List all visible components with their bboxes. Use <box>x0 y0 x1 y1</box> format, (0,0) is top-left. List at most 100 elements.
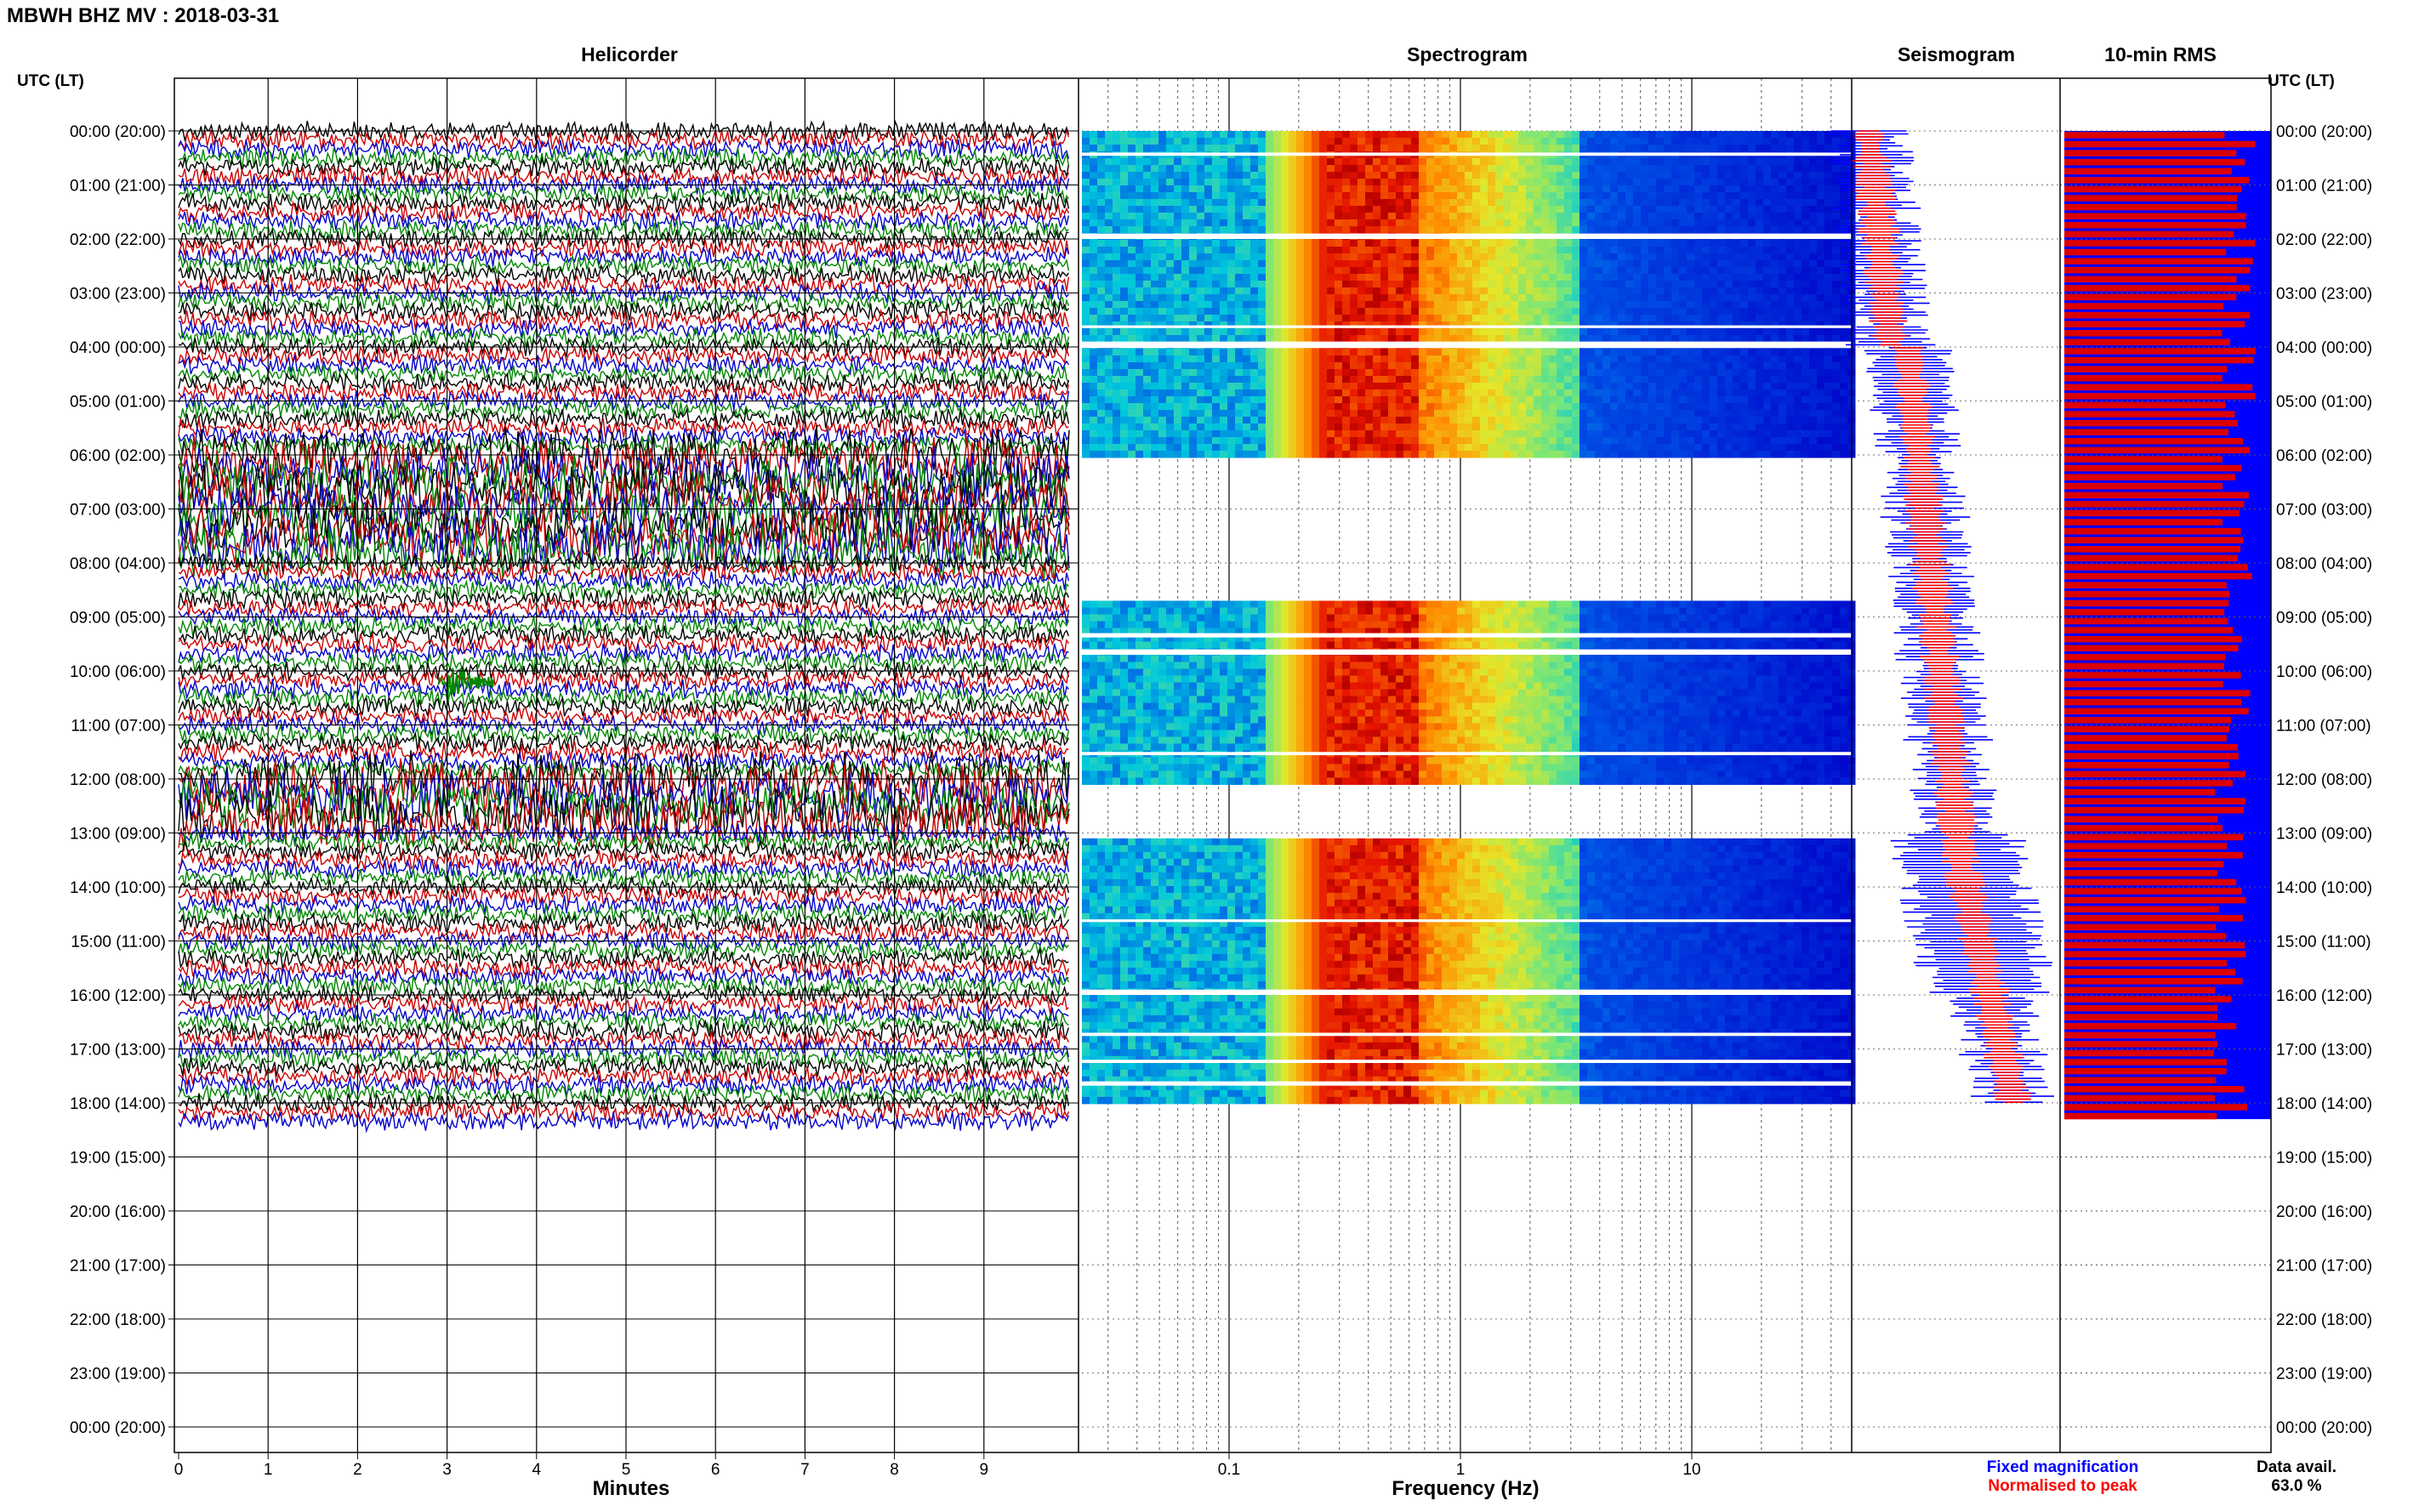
spectrogram-cell <box>1702 294 1710 302</box>
spectrogram-cell <box>1748 403 1756 411</box>
spectrogram-cell <box>1488 145 1496 152</box>
spectrogram-cell <box>1495 165 1504 173</box>
spectrogram-cell <box>1373 274 1381 281</box>
spectrogram-cell <box>1289 294 1297 302</box>
spectrogram-cell <box>1090 226 1098 234</box>
spectrogram-cell <box>1472 240 1481 247</box>
spectrogram-cell <box>1618 281 1626 288</box>
spectrogram-cell <box>1151 213 1159 220</box>
spectrogram-cell <box>1189 192 1198 200</box>
spectrogram-cell <box>1618 172 1626 179</box>
spectrogram-cell <box>1342 287 1351 295</box>
spectrogram-cell <box>1449 240 1458 247</box>
spectrogram-cell <box>1465 131 1473 139</box>
spectrogram-cell <box>1572 403 1580 411</box>
spectrogram-cell <box>1679 158 1688 166</box>
spectrogram-cell <box>1549 206 1557 213</box>
spectrogram-cell <box>1097 274 1106 281</box>
spectrogram-cell <box>1258 423 1266 431</box>
spectrogram-cell <box>1549 247 1557 254</box>
spectrogram-cell <box>1748 389 1756 397</box>
spectrogram-cell <box>1511 192 1519 200</box>
spectrogram-cell <box>1694 192 1703 200</box>
spectrogram-cell <box>1327 260 1335 268</box>
spectrogram-cell <box>1511 403 1519 411</box>
spectrogram-cell <box>1572 423 1580 431</box>
spectrogram-cell <box>1174 185 1182 193</box>
spectrogram-cell <box>1373 226 1381 234</box>
spectrogram-cell <box>1480 165 1488 173</box>
spectrogram-cell <box>1472 376 1481 384</box>
spectrogram-cell <box>1357 281 1366 288</box>
spectrogram-cell <box>1687 131 1695 139</box>
spectrogram-cell <box>1120 349 1129 356</box>
spectrogram-cell <box>1411 240 1420 247</box>
spectrogram-cell <box>1243 376 1251 384</box>
spectrogram-cell <box>1495 355 1504 363</box>
spectrogram-cell <box>1641 145 1649 152</box>
spectrogram-cell <box>1097 369 1106 377</box>
spectrogram-cell <box>1488 165 1496 173</box>
spectrogram-cell <box>1648 383 1657 390</box>
spectrogram-cell <box>1664 349 1672 356</box>
spectrogram-cell <box>1587 138 1596 145</box>
spectrogram-cell <box>1396 179 1404 186</box>
spectrogram-cell <box>1357 308 1366 315</box>
spectrogram-cell <box>1564 308 1573 315</box>
spectrogram-cell <box>1204 253 1213 261</box>
spectrogram-cell <box>1403 240 1412 247</box>
spectrogram-cell <box>1419 328 1427 336</box>
spectrogram-cell <box>1725 376 1733 384</box>
spectrogram-cell <box>1258 219 1266 227</box>
spectrogram-cell <box>1771 226 1779 234</box>
spectrogram-cell <box>1373 172 1381 179</box>
spectrogram-cell <box>1357 287 1366 295</box>
spectrogram-cell <box>1235 274 1244 281</box>
spectrogram-cell <box>1426 383 1435 390</box>
spectrogram-cell <box>1289 437 1297 445</box>
spectrogram-cell <box>1281 260 1289 268</box>
spectrogram-cell <box>1266 260 1274 268</box>
spectrogram-cell <box>1786 287 1795 295</box>
spectrogram-cell <box>1220 349 1228 356</box>
spectrogram-cell <box>1457 260 1466 268</box>
spectrogram-cell <box>1671 301 1680 309</box>
spectrogram-cell <box>1733 253 1741 261</box>
spectrogram-cell <box>1258 179 1266 186</box>
spectrogram-cell <box>1725 145 1733 152</box>
spectrogram-cell <box>1151 396 1159 404</box>
spectrogram-cell <box>1572 138 1580 145</box>
spectrogram-cell <box>1097 349 1106 356</box>
spectrogram-cell <box>1595 179 1603 186</box>
spectrogram-cell <box>1342 185 1351 193</box>
spectrogram-cell <box>1541 206 1550 213</box>
spectrogram-cell <box>1243 185 1251 193</box>
spectrogram-cell <box>1250 247 1259 254</box>
spectrogram-cell <box>1243 349 1251 356</box>
spectrogram-cell <box>1625 437 1634 445</box>
spectrogram-cell <box>1136 444 1144 452</box>
spectrogram-cell <box>1557 369 1565 377</box>
spectrogram-cell <box>1748 199 1756 207</box>
spectrogram-cell <box>1648 192 1657 200</box>
spectrogram-cell <box>1350 165 1358 173</box>
spectrogram-cell <box>1687 308 1695 315</box>
spectrogram-cell <box>1488 403 1496 411</box>
spectrogram-cell <box>1557 206 1565 213</box>
spectrogram-cell <box>1633 145 1642 152</box>
spectrogram-cell <box>1618 294 1626 302</box>
spectrogram-cell <box>1181 417 1190 424</box>
spectrogram-cell <box>1296 199 1305 207</box>
spectrogram-cell <box>1633 349 1642 356</box>
spectrogram-cell <box>1220 417 1228 424</box>
spectrogram-cell <box>1610 165 1619 173</box>
spectrogram-cell <box>1105 362 1113 370</box>
spectrogram-cell <box>1143 328 1152 336</box>
spectrogram-cell <box>1128 287 1136 295</box>
spectrogram-cell <box>1472 308 1481 315</box>
spectrogram-cell <box>1220 376 1228 384</box>
spectrogram-cell <box>1204 389 1213 397</box>
spectrogram-cell <box>1771 253 1779 261</box>
spectrogram-cell <box>1442 355 1450 363</box>
spectrogram-cell <box>1120 185 1129 193</box>
